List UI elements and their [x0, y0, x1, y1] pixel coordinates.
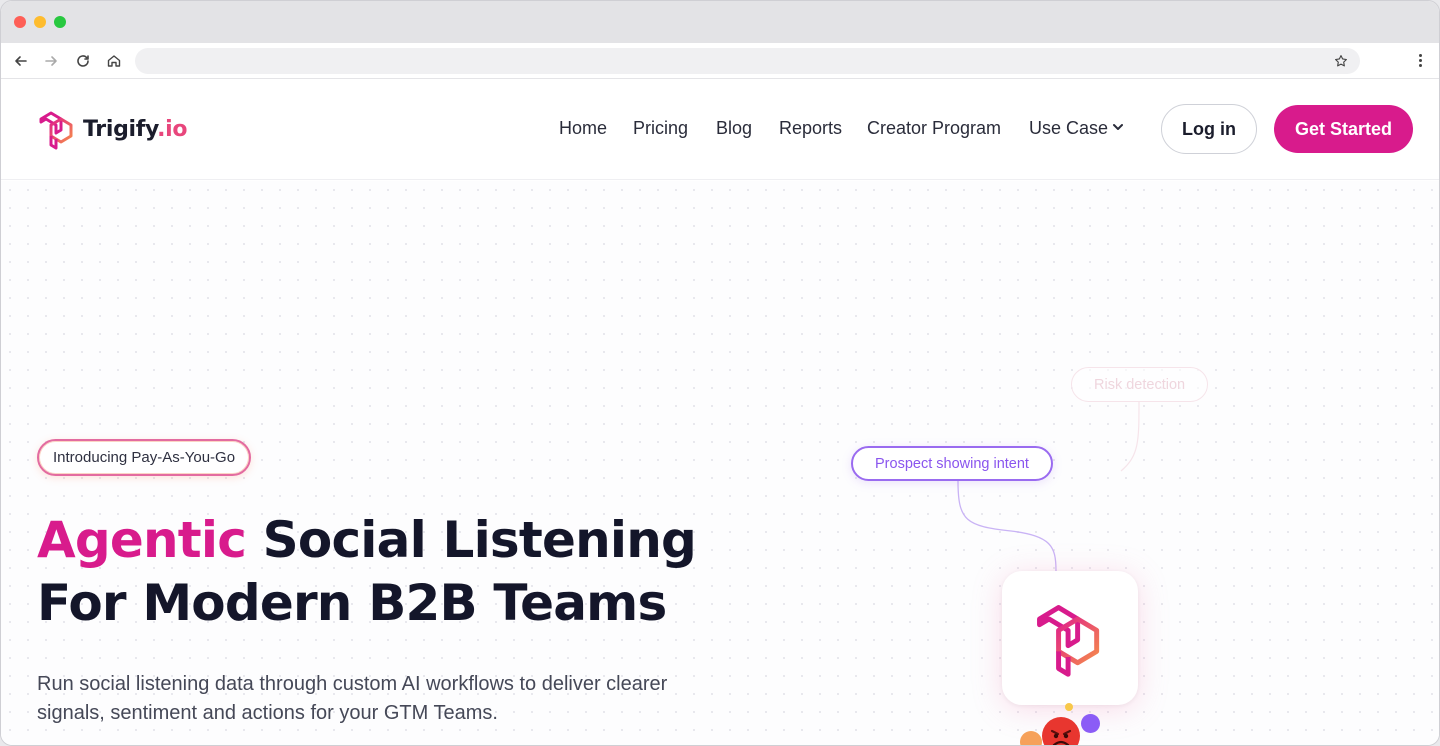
arrow-right-icon[interactable] — [42, 52, 60, 70]
angry-face-icon — [1042, 717, 1080, 745]
arrow-left-icon[interactable] — [12, 52, 30, 70]
trigify-app-tile — [1002, 571, 1138, 705]
nav-blog[interactable]: Blog — [716, 118, 752, 139]
hero-section: Introducing Pay-As-You-Go Agentic Social… — [1, 181, 1439, 745]
nav-use-case-label: Use Case — [1029, 118, 1109, 138]
decor-dot — [1020, 731, 1042, 745]
site-navbar: Trigify.io Home Pricing Blog Reports Cre… — [1, 79, 1439, 180]
home-icon[interactable] — [105, 52, 123, 70]
risk-detection-tag: Risk detection — [1071, 367, 1209, 402]
browser-toolbar — [1, 43, 1439, 79]
decor-dot — [1081, 714, 1100, 733]
zoom-window-button[interactable] — [54, 16, 66, 28]
reload-icon[interactable] — [74, 52, 92, 70]
decor-dot — [1065, 703, 1073, 711]
headline-line-2: For Modern B2B Teams — [37, 574, 667, 632]
kebab-icon[interactable] — [1415, 52, 1425, 70]
title-bar — [1, 1, 1439, 43]
nav-use-case[interactable]: Use Case — [1029, 118, 1124, 139]
close-window-button[interactable] — [14, 16, 26, 28]
address-bar[interactable] — [135, 48, 1360, 74]
prospect-intent-tag: Prospect showing intent — [851, 446, 1053, 481]
headline-line-1: Social Listening — [246, 511, 697, 569]
nav-home[interactable]: Home — [559, 118, 607, 139]
trigify-tile-logo-icon — [1037, 605, 1100, 677]
browser-window: Trigify.io Home Pricing Blog Reports Cre… — [0, 0, 1440, 746]
nav-reports[interactable]: Reports — [779, 118, 842, 139]
star-icon[interactable] — [1332, 52, 1350, 70]
minimize-window-button[interactable] — [34, 16, 46, 28]
headline-accent: Agentic — [37, 511, 247, 569]
hero-subtext: Run social listening data through custom… — [37, 673, 668, 724]
nav-creator-program[interactable]: Creator Program — [867, 118, 1001, 139]
nav-pricing[interactable]: Pricing — [633, 118, 688, 139]
hero-headline: Agentic Social Listening For Modern B2B … — [37, 509, 797, 635]
chevron-down-icon — [1113, 124, 1124, 130]
login-button[interactable]: Log in — [1161, 104, 1257, 154]
pay-as-you-go-badge[interactable]: Introducing Pay-As-You-Go — [37, 439, 252, 476]
get-started-button[interactable]: Get Started — [1274, 105, 1413, 153]
